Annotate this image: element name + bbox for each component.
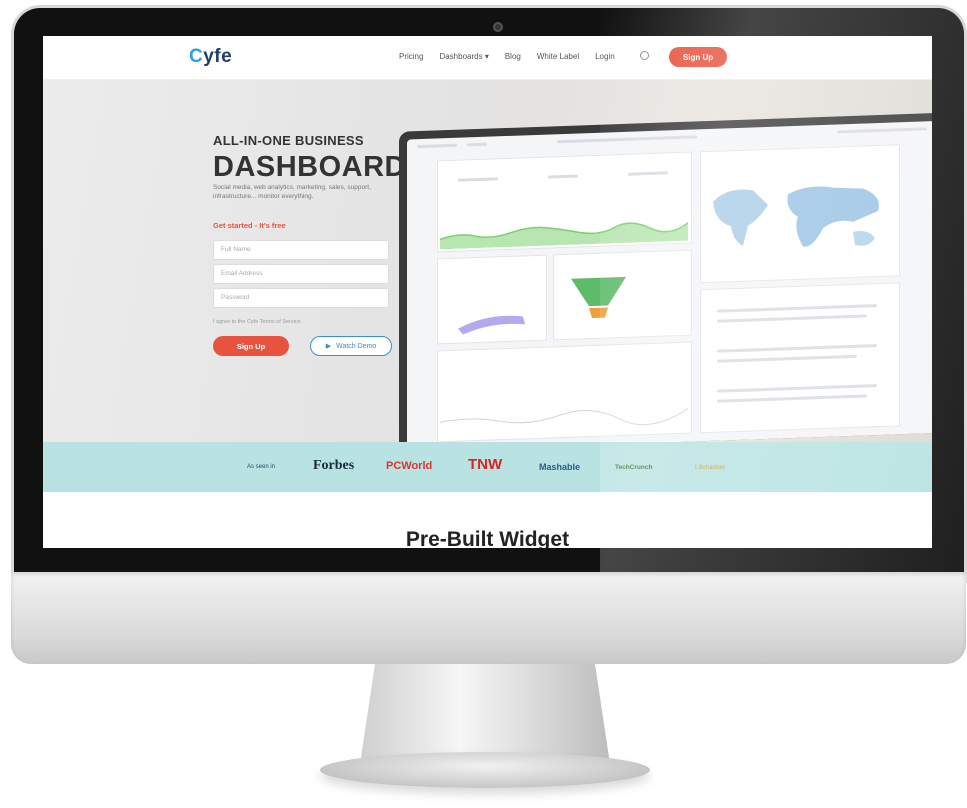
press-logos-strip: As seen in Forbes PCWorld TNW Mashable T… [43, 442, 932, 492]
camera-icon [493, 22, 503, 32]
top-nav: Cyfe Pricing Dashboards ▾ Blog White Lab… [43, 36, 932, 80]
cyfe-logo[interactable]: Cyfe [189, 46, 232, 68]
nav-menu: Pricing Dashboards ▾ Blog White Label Lo… [399, 52, 615, 61]
logo-letter: C [189, 46, 204, 67]
press-logo: As seen in [247, 464, 276, 470]
search-icon[interactable] [640, 51, 649, 60]
world-map [713, 186, 879, 247]
press-logo-mashable: Mashable [539, 462, 581, 472]
feed-widget [700, 282, 900, 434]
hero-title-small: ALL-IN-ONE BUSINESS [213, 133, 364, 148]
traffic-widget [437, 151, 692, 253]
line-chart-widget [437, 341, 692, 443]
monitor-mockup: Cyfe Pricing Dashboards ▾ Blog White Lab… [0, 0, 967, 808]
watch-demo-button[interactable]: ▶ Watch Demo [310, 336, 392, 356]
press-logo-tnw: TNW [468, 456, 503, 473]
logo-text: yfe [203, 46, 233, 67]
hero-cta-text: Get started - It's free [213, 221, 286, 230]
funnel-widget [553, 249, 692, 341]
press-logo-forbes: Forbes [313, 458, 355, 473]
hero-subtitle: Social media, web analytics, marketing, … [213, 184, 371, 200]
nav-signup-button[interactable]: Sign Up [669, 47, 727, 67]
full-name-field[interactable]: Full Name [213, 240, 389, 260]
section-heading: Pre-Built Widget [405, 528, 570, 548]
dashboard-laptop-image [399, 112, 932, 452]
gauge-chart [458, 315, 525, 335]
watch-demo-label: Watch Demo [336, 342, 377, 350]
screen: Cyfe Pricing Dashboards ▾ Blog White Lab… [43, 36, 932, 548]
world-map-widget [700, 144, 900, 284]
play-icon: ▶ [325, 343, 332, 350]
nav-item-dashboards[interactable]: Dashboards ▾ [439, 52, 488, 61]
terms-text[interactable]: I agree to the Cyfe Terms of Service [213, 319, 301, 325]
gauge-widget [437, 254, 547, 345]
monitor-stand-neck [360, 664, 610, 764]
funnel-chart [571, 276, 626, 319]
hero-title-big: DASHBOARD [213, 151, 406, 183]
monitor-stand-foot [320, 752, 650, 788]
nav-item-pricing[interactable]: Pricing [399, 52, 423, 61]
password-field[interactable]: Password [213, 288, 389, 308]
traffic-sparkline [440, 222, 689, 250]
dashboard-preview [407, 120, 932, 452]
press-logo-pcworld: PCWorld [386, 460, 433, 472]
nav-item-login[interactable]: Login [595, 52, 615, 61]
press-logo-lifehacker: Lifehacker [695, 464, 725, 471]
press-logo-techcrunch: TechCrunch [615, 464, 653, 471]
nav-item-blog[interactable]: Blog [505, 52, 521, 61]
email-field[interactable]: Email Address [213, 264, 389, 284]
hero-section: ALL-IN-ONE BUSINESS DASHBOARD Social med… [43, 80, 932, 452]
hero-signup-button[interactable]: Sign Up [213, 336, 289, 356]
line-chart [440, 408, 689, 426]
monitor-chin [11, 572, 966, 664]
nav-item-white-label[interactable]: White Label [537, 52, 579, 61]
